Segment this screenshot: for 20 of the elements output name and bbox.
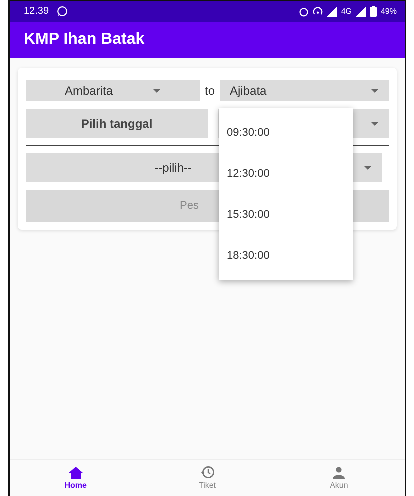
destination-spinner[interactable]: Ajibata: [220, 80, 389, 101]
history-icon: [200, 466, 214, 479]
network-type: 4G: [341, 7, 352, 16]
nav-tab[interactable]: Home: [10, 460, 142, 496]
app-title: KMP Ihan Batak: [24, 31, 145, 49]
dropdown-option[interactable]: 09:30:00: [219, 112, 353, 153]
battery-level: 49%: [380, 7, 397, 16]
to-label: to: [205, 84, 216, 98]
alarm-icon: [299, 6, 310, 16]
signal-icon: [356, 6, 366, 16]
home-icon: [68, 466, 83, 478]
battery-icon: [370, 6, 377, 17]
hotspot-icon: [313, 6, 324, 16]
origin-spinner[interactable]: Ambarita: [26, 80, 200, 101]
signal-icon: [327, 6, 338, 16]
status-time: 12.39: [24, 6, 50, 17]
chat-icon: [57, 6, 68, 17]
dropdown-option[interactable]: 18:30:00: [219, 235, 353, 276]
date-button[interactable]: Pilih tanggal: [26, 109, 208, 138]
person-icon: [333, 466, 346, 478]
